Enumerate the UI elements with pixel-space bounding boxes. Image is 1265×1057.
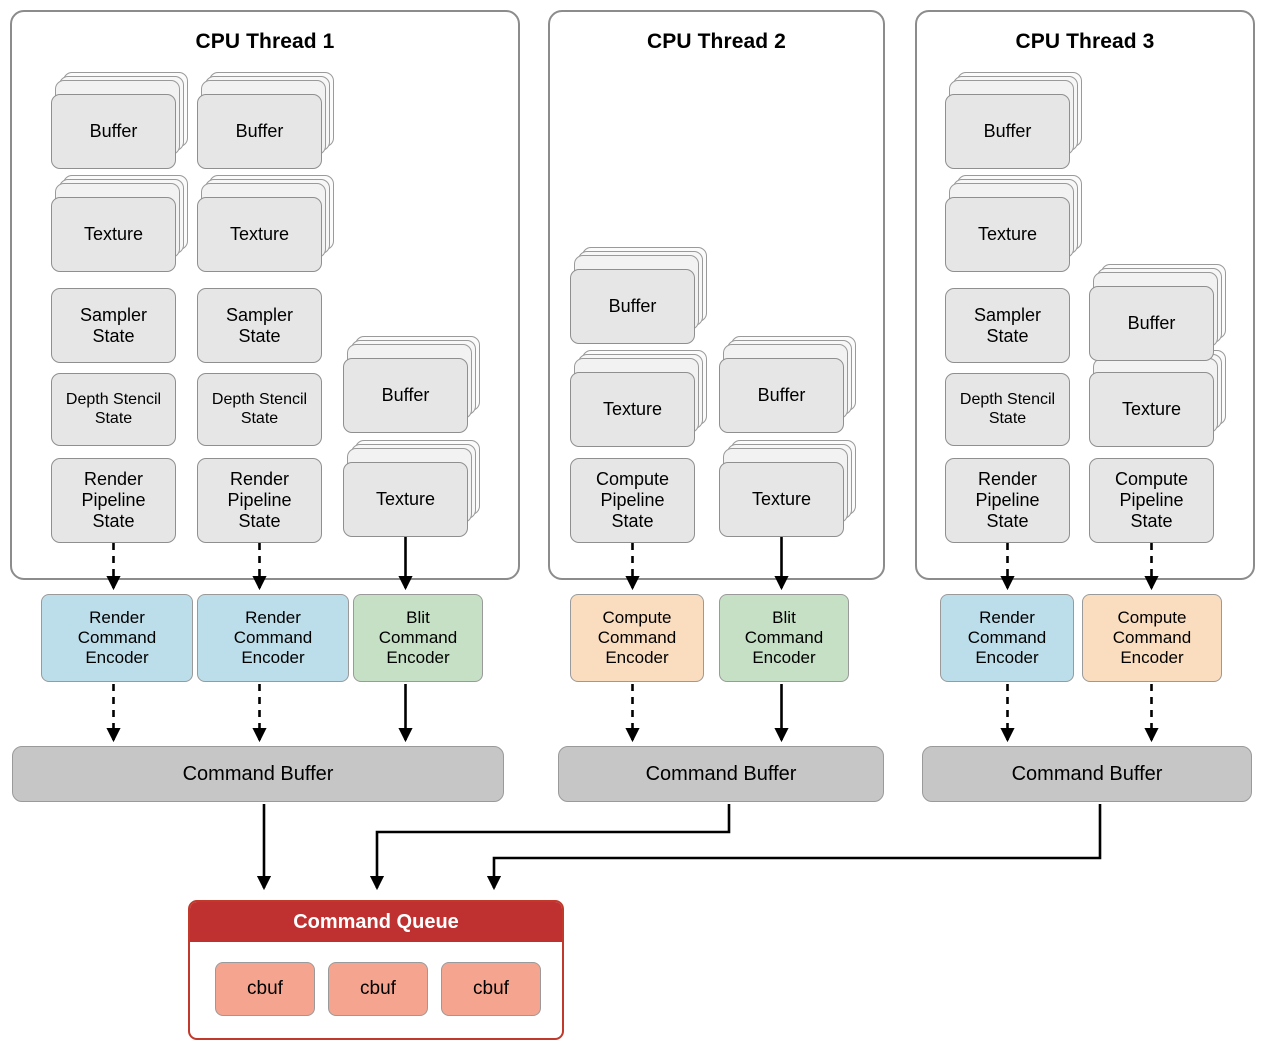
resource-card-label: Buffer (235, 121, 284, 142)
command-buffer-label: Command Buffer (645, 762, 797, 785)
resource-card[interactable]: Sampler State (51, 288, 176, 363)
resource-card[interactable]: Buffer (197, 94, 322, 169)
resource-card-label: Depth Stencil State (959, 390, 1056, 427)
resource-card[interactable]: Texture (945, 197, 1070, 272)
blit-command-encoder[interactable]: Blit Command Encoder (719, 594, 849, 682)
edge-command-buffer-to-queue (256, 804, 1102, 891)
cbuf-item[interactable]: cbuf (215, 962, 315, 1016)
resource-card-label: Sampler State (225, 304, 294, 346)
resource-card-label: Sampler State (973, 304, 1042, 346)
resource-card-label: Compute Pipeline State (1114, 469, 1189, 531)
cbuf-label: cbuf (360, 978, 396, 999)
thread-title: CPU Thread 1 (195, 30, 335, 53)
render-command-encoder[interactable]: Render Command Encoder (940, 594, 1074, 682)
cbuf-item[interactable]: cbuf (328, 962, 428, 1016)
edge-encoder-to-command-buffer (106, 684, 1159, 743)
resource-card-label: Texture (375, 489, 436, 510)
resource-card[interactable]: Sampler State (945, 288, 1070, 363)
resource-card-label: Buffer (983, 121, 1032, 142)
command-buffer-thread-2[interactable]: Command Buffer (558, 746, 884, 802)
compute-command-encoder[interactable]: Compute Command Encoder (570, 594, 704, 682)
resource-card[interactable]: Buffer (1089, 286, 1214, 361)
resource-card[interactable]: Render Pipeline State (945, 458, 1070, 543)
resource-card-label: Buffer (1127, 313, 1176, 334)
encoder-label: Compute Command Encoder (597, 608, 677, 667)
cbuf-label: cbuf (247, 978, 283, 999)
diagram-canvas: CPU Thread 1 CPU Thread 2 CPU Thread 3 B… (0, 0, 1265, 1057)
encoder-label: Blit Command Encoder (744, 608, 824, 667)
resource-card[interactable]: Depth Stencil State (197, 373, 322, 446)
blit-command-encoder[interactable]: Blit Command Encoder (353, 594, 483, 682)
encoder-label: Render Command Encoder (233, 608, 313, 667)
resource-card[interactable]: Depth Stencil State (945, 373, 1070, 446)
cbuf-label: cbuf (473, 978, 509, 999)
thread-title: CPU Thread 2 (647, 30, 786, 53)
resource-card-label: Buffer (757, 385, 806, 406)
resource-card[interactable]: Buffer (719, 358, 844, 433)
resource-card[interactable]: Depth Stencil State (51, 373, 176, 446)
resource-card[interactable]: Texture (1089, 372, 1214, 447)
resource-card[interactable]: Compute Pipeline State (570, 458, 695, 543)
cbuf-item[interactable]: cbuf (441, 962, 541, 1016)
resource-card-label: Buffer (89, 121, 138, 142)
resource-card[interactable]: Buffer (51, 94, 176, 169)
resource-card-label: Buffer (608, 296, 657, 317)
resource-card[interactable]: Texture (719, 462, 844, 537)
resource-card-label: Texture (602, 399, 663, 420)
resource-card-label: Texture (1121, 399, 1182, 420)
resource-card[interactable]: Texture (343, 462, 468, 537)
resource-card-label: Sampler State (79, 304, 148, 346)
resource-card[interactable]: Render Pipeline State (197, 458, 322, 543)
resource-card-label: Render Pipeline State (227, 469, 292, 531)
resource-card[interactable]: Buffer (570, 269, 695, 344)
command-buffer-thread-1[interactable]: Command Buffer (12, 746, 504, 802)
resource-card-label: Texture (229, 224, 290, 245)
encoder-label: Render Command Encoder (967, 608, 1047, 667)
resource-card-label: Buffer (381, 385, 430, 406)
resource-card[interactable]: Texture (197, 197, 322, 272)
command-buffer-label: Command Buffer (182, 762, 334, 785)
render-command-encoder[interactable]: Render Command Encoder (197, 594, 349, 682)
encoder-label: Render Command Encoder (77, 608, 157, 667)
command-buffer-thread-3[interactable]: Command Buffer (922, 746, 1252, 802)
resource-card[interactable]: Buffer (945, 94, 1070, 169)
resource-card-label: Render Pipeline State (975, 469, 1040, 531)
thread-title: CPU Thread 3 (1015, 30, 1155, 53)
render-command-encoder[interactable]: Render Command Encoder (41, 594, 193, 682)
resource-card-label: Texture (977, 224, 1038, 245)
resource-card[interactable]: Render Pipeline State (51, 458, 176, 543)
resource-card[interactable]: Compute Pipeline State (1089, 458, 1214, 543)
compute-command-encoder[interactable]: Compute Command Encoder (1082, 594, 1222, 682)
command-queue-title: Command Queue (190, 902, 562, 942)
encoder-label: Blit Command Encoder (378, 608, 458, 667)
resource-card[interactable]: Sampler State (197, 288, 322, 363)
resource-card[interactable]: Buffer (343, 358, 468, 433)
resource-card-label: Compute Pipeline State (595, 469, 670, 531)
encoder-label: Compute Command Encoder (1112, 608, 1192, 667)
command-queue: Command Queue cbuf cbuf cbuf (188, 900, 564, 1040)
command-queue-body: cbuf cbuf cbuf (190, 942, 562, 1038)
resource-card-label: Texture (83, 224, 144, 245)
command-buffer-label: Command Buffer (1011, 762, 1163, 785)
resource-card-label: Render Pipeline State (81, 469, 146, 531)
resource-card[interactable]: Texture (51, 197, 176, 272)
resource-card-label: Depth Stencil State (65, 390, 162, 427)
resource-card-label: Depth Stencil State (211, 390, 308, 427)
resource-card[interactable]: Texture (570, 372, 695, 447)
resource-card-label: Texture (751, 489, 812, 510)
